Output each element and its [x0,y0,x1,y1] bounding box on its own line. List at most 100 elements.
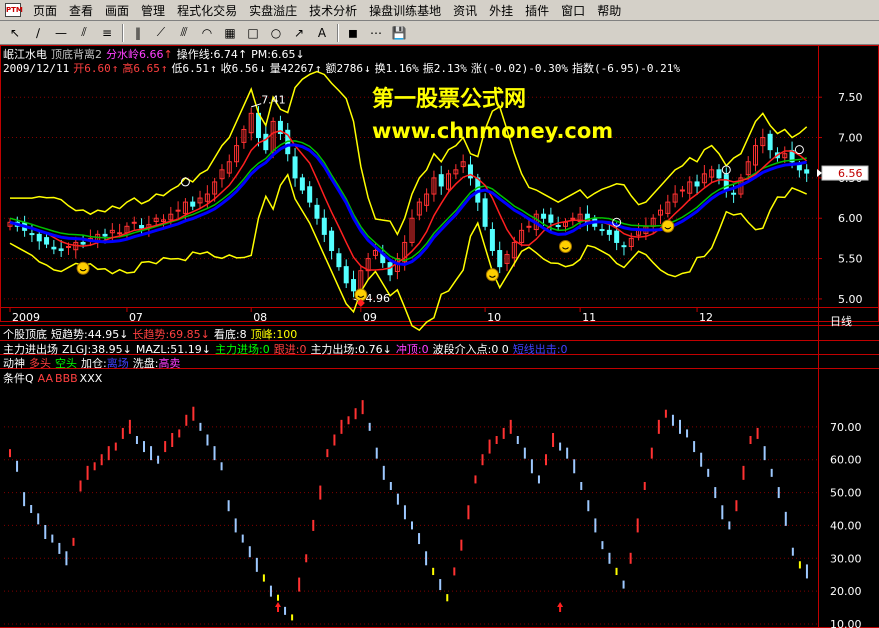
pointer-icon[interactable]: ↖ [4,23,26,43]
menu-item-2[interactable]: 画面 [99,2,135,19]
save-icon[interactable]: 💾 [388,23,410,43]
channel-icon[interactable]: ⫽ [73,23,95,43]
parallel-lines-icon[interactable]: ⫻ [173,23,195,43]
top-label: 冲顶 [395,343,418,356]
menu-item-9[interactable]: 外挂 [483,2,519,19]
fan-lines-icon[interactable]: ⟋ [150,23,172,43]
price-tick-label: 5.50 [838,253,863,266]
indicator-bar [791,547,794,556]
indicator-bar [58,542,61,554]
indicator-bar [72,537,75,546]
menu-item-12[interactable]: 帮助 [591,2,627,19]
indicator-bar [735,500,738,512]
indicator-bar [171,433,174,447]
bear-label: 空头 [55,357,77,370]
indicator-bar [509,419,512,434]
indicator-bar [319,485,322,500]
toolbar-separator [122,23,124,42]
menu-item-1[interactable]: 查看 [63,2,99,19]
ellipse-icon[interactable]: ○ [265,23,287,43]
indicator-bar [467,505,470,520]
lower-tick-label: 40.00 [830,519,862,532]
gann-icon[interactable]: ▦ [219,23,241,43]
indicator-bar [693,441,696,453]
turn-label: 换 [374,62,386,75]
indicator-bar [157,455,160,464]
menu-item-5[interactable]: 实盘溢庄 [243,2,303,19]
candle-body [102,233,108,237]
indicator-bar [403,505,406,520]
menu-item-10[interactable]: 插件 [519,2,555,19]
sub4-title: 条件Q [3,372,34,385]
menu-item-8[interactable]: 资讯 [447,2,483,19]
lower-band-line [9,172,807,332]
horizontal-line-icon[interactable]: — [50,23,72,43]
menu-item-3[interactable]: 管理 [135,2,171,19]
sub3-header: 动神 多头 空头 加仓:离场 洗盘:高卖 [3,357,181,370]
indicator-bar [375,447,378,459]
sub1-bottom-value: 8 [239,328,247,341]
indicator-bar [312,519,315,531]
color-icon[interactable]: ◼ [342,23,364,43]
indicator-bar [9,449,11,458]
arrow-icon[interactable]: ↗ [288,23,310,43]
idx-value: (-6.95)-0.21% [593,62,681,75]
menu-bar: PTM 页面 查看 画面 管理 程式化交易 实盘溢庄 技术分析 操盘训练基地 资讯 外挂 插件 窗口帮… [0,0,879,21]
indicator-bar [573,459,576,474]
indicator-bar [37,513,40,525]
drawing-toolbar: ↖ ∕ — ⫽ ≡ ‖ ⟋ ⫻ ◠ ▦ □ ○ ↗ A ◼ ⋯ 💾 [0,21,879,45]
open-value: 6.60 [84,62,111,75]
candle-body [190,201,196,207]
candle-body [548,214,554,223]
out-label: 主力出场 [310,343,355,356]
out-value: 0.76 [358,343,383,356]
indicator-bar [664,409,667,418]
arc-icon[interactable]: ◠ [196,23,218,43]
indicator-bar [629,552,632,564]
candle-body [767,133,773,151]
menu-item-0[interactable]: 页面 [27,2,63,19]
palette-icon[interactable]: ⋯ [365,23,387,43]
line-tool-icon[interactable]: ∕ [27,23,49,43]
indicator-bar [93,462,96,471]
candle-body [679,189,685,192]
indicator-bar [728,521,731,530]
indicator-bar [114,442,117,451]
wave-value: 0 0 [491,343,509,356]
watermark-title: 第一股票公式网 [372,87,527,112]
menu-item-4[interactable]: 程式化交易 [171,2,243,19]
candle-body [438,174,444,187]
quick-value: 0 [560,343,568,356]
time-tick-label: 10 [487,311,501,324]
open-label: 开 [73,62,85,75]
candle-body [299,177,305,191]
indicator-bar [523,447,526,459]
price-tick-label: 5.00 [838,293,863,306]
text-icon[interactable]: A [311,23,333,43]
vertical-lines-icon[interactable]: ‖ [127,23,149,43]
low-value: 6.51 [182,62,209,75]
menu-item-6[interactable]: 技术分析 [303,2,363,19]
indicator-bar [580,482,583,490]
menu-item-11[interactable]: 窗口 [555,2,591,19]
indicator-bar [742,465,745,480]
indicator-bar [361,400,364,415]
chart-area: 7.507.006.506.005.505.006.567.414.962009… [0,45,879,628]
candle-body [497,250,503,268]
high-label: 高 [122,62,134,75]
indicator-bar [622,580,625,589]
indicator-bar [516,436,519,444]
period-label[interactable]: 日线 [830,313,852,329]
indicator-bar [128,419,131,434]
indicator-bar [566,447,569,459]
fibonacci-icon[interactable]: ≡ [96,23,118,43]
in-value: 0 [262,343,270,356]
rectangle-icon[interactable]: □ [242,23,264,43]
menu-item-7[interactable]: 操盘训练基地 [363,2,447,19]
indicator-bar [601,541,604,550]
indicator-bar [545,454,547,466]
indicator-bar [460,539,463,551]
indicator-bar [107,446,110,461]
candle-body [599,229,605,232]
indicator-bar [481,454,484,466]
